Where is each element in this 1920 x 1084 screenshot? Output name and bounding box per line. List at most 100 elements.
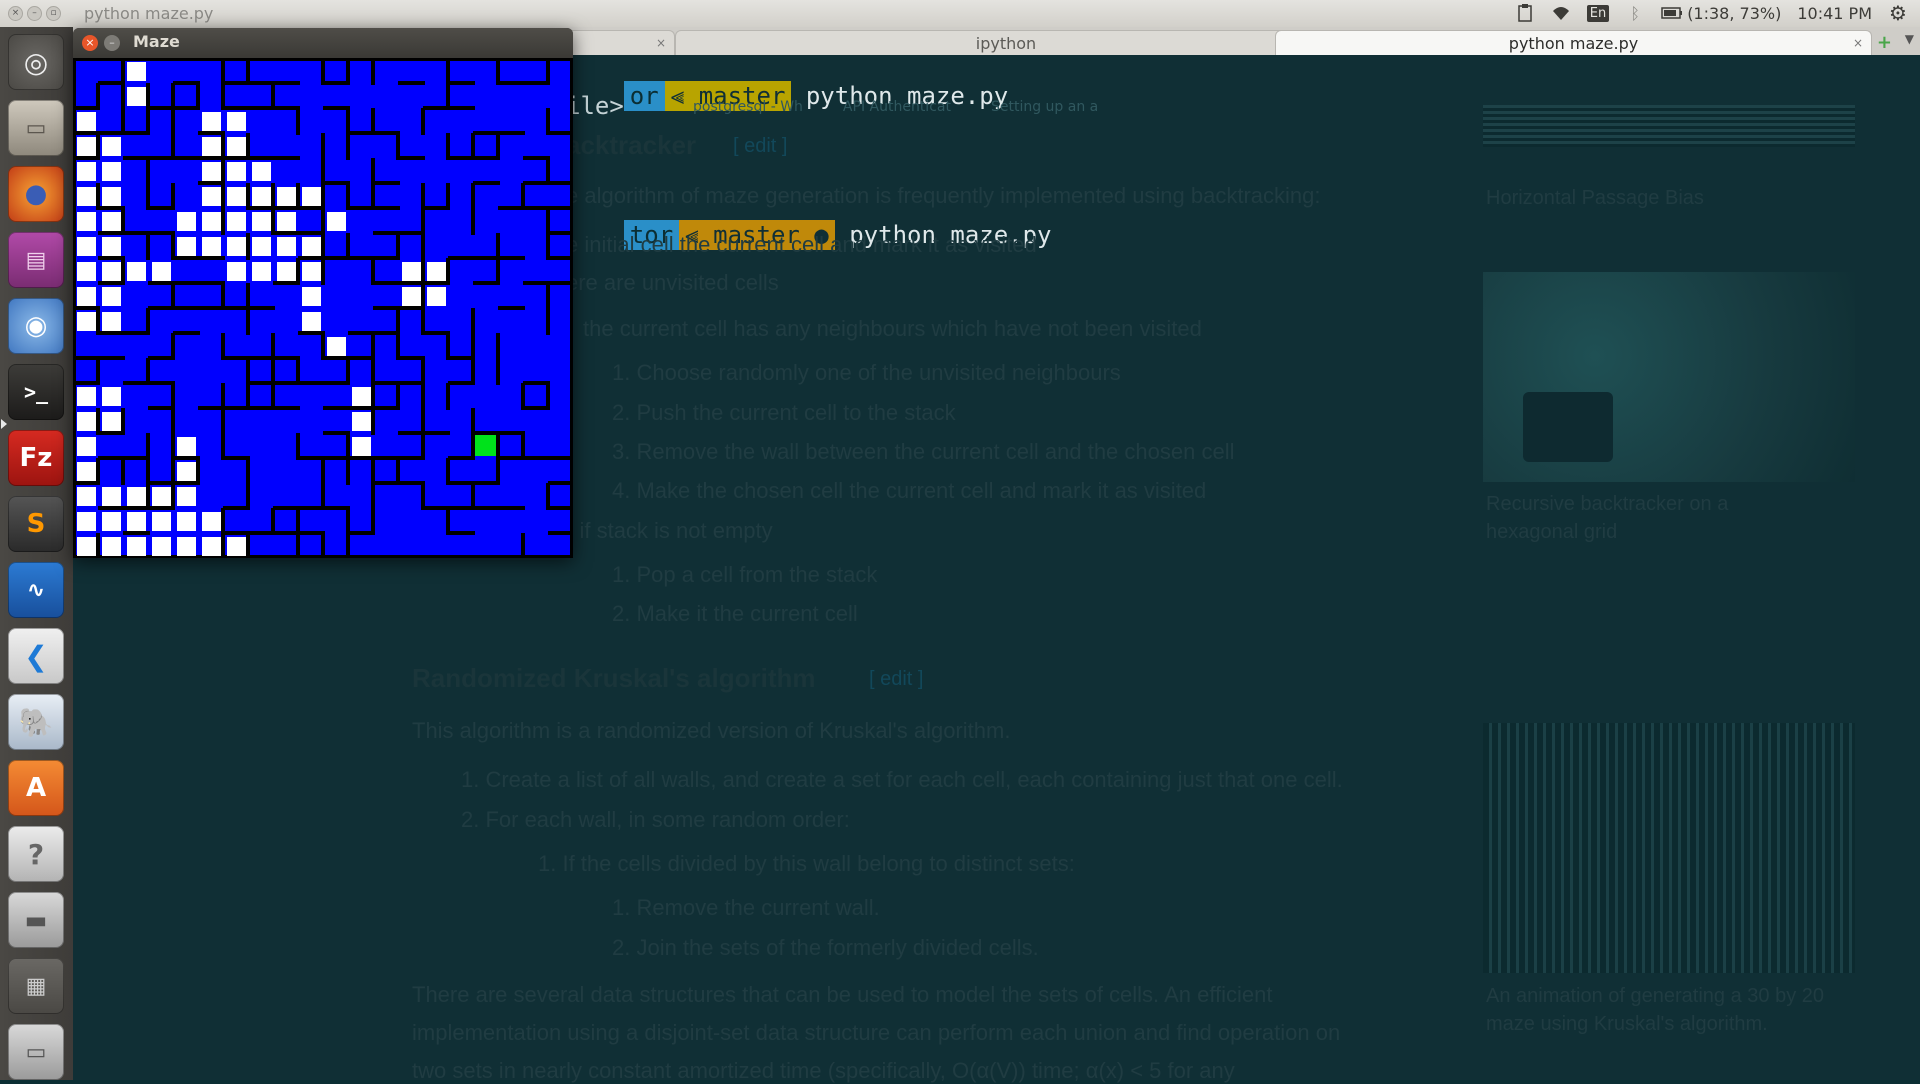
maze-wall: [123, 531, 150, 535]
maze-wall: [198, 306, 225, 310]
visited-cell: [177, 437, 196, 456]
clipboard-icon[interactable]: [1515, 3, 1535, 23]
maze-wall: [346, 508, 350, 535]
edit-link[interactable]: [ edit ]: [869, 668, 923, 691]
clock[interactable]: 10:41 PM: [1797, 4, 1872, 23]
maze-wall: [371, 58, 375, 85]
hex-maze-video-thumbnail[interactable]: [1483, 272, 1855, 482]
maze-wall: [173, 156, 200, 160]
visited-cell: [252, 187, 271, 206]
postgresql-elephant-icon[interactable]: 🐘: [8, 694, 64, 750]
visited-cell: [77, 512, 96, 531]
maze-wall: [346, 533, 350, 558]
maze-wall: [123, 131, 150, 135]
maze-wall: [548, 281, 573, 285]
maze-window-titlebar[interactable]: × – Maze: [73, 28, 573, 58]
bookmark-item[interactable]: API Authenticat: [843, 99, 951, 115]
settings-gear-icon[interactable]: ⚙: [1888, 1, 1908, 25]
dash-home-icon[interactable]: ◎: [8, 34, 64, 90]
chromium-icon[interactable]: ◉: [8, 298, 64, 354]
filezilla-icon[interactable]: Fz: [8, 430, 64, 486]
battery-indicator[interactable]: (1:38, 73%): [1661, 4, 1781, 23]
article-text: ere are unvisited cells: [566, 270, 779, 295]
kruskal-animation-thumbnail[interactable]: [1483, 723, 1855, 973]
system-monitor-icon[interactable]: ∿: [8, 562, 64, 618]
tab-menu-chevron-down-icon[interactable]: ▼: [1905, 32, 1914, 46]
maze-wall: [548, 456, 573, 460]
bookmark-item[interactable]: Setting up an a: [991, 99, 1098, 115]
maze-wall: [323, 181, 350, 185]
maze-wall: [146, 158, 150, 185]
visited-cell: [77, 262, 96, 281]
play-button-icon[interactable]: [1523, 392, 1613, 462]
maze-wall: [198, 256, 225, 260]
minimize-window-icon[interactable]: –: [27, 6, 42, 21]
vscode-icon[interactable]: ❮: [8, 628, 64, 684]
maze-wall: [171, 333, 175, 360]
maze-wall: [523, 281, 550, 285]
close-icon[interactable]: ×: [82, 35, 98, 51]
maze-wall: [148, 481, 175, 485]
files-icon[interactable]: ▭: [8, 100, 64, 156]
new-tab-button[interactable]: +: [1877, 32, 1892, 53]
maze-wall: [248, 406, 275, 410]
maximize-window-icon[interactable]: ▫: [46, 6, 61, 21]
maze-wall: [148, 306, 175, 310]
bluetooth-icon[interactable]: ᛒ: [1625, 3, 1645, 23]
tab-python-maze[interactable]: python maze.py ×: [1275, 30, 1872, 56]
maze-window[interactable]: × – Maze: [73, 28, 573, 558]
maze-wall: [371, 333, 375, 360]
article-list-item: 3. Remove the wall between the current c…: [612, 439, 1235, 464]
maze-figure-thumbnail[interactable]: [1483, 105, 1855, 147]
disk-drive-icon[interactable]: ▬: [8, 892, 64, 948]
maze-wall: [98, 206, 125, 210]
firefox-icon[interactable]: ●: [8, 166, 64, 222]
maze-wall: [148, 381, 175, 385]
terminal-icon[interactable]: >_: [8, 364, 64, 420]
maze-wall: [423, 281, 450, 285]
figure-caption: Recursive backtracker on a hexagonal gri…: [1486, 493, 1729, 543]
maze-wall: [273, 381, 300, 385]
maze-wall: [221, 508, 225, 535]
maze-wall: [446, 333, 450, 360]
help-icon[interactable]: ?: [8, 826, 64, 882]
visited-cell: [102, 412, 121, 431]
maze-wall: [548, 531, 573, 535]
visited-cell: [227, 187, 246, 206]
visited-cell: [327, 337, 346, 356]
visited-cell: [77, 537, 96, 556]
maze-wall: [421, 433, 425, 460]
maze-wall: [498, 306, 525, 310]
bookmark-item[interactable]: postgresql - Wh: [693, 99, 803, 115]
maze-wall: [246, 458, 250, 485]
maze-wall: [98, 506, 125, 510]
sublime-text-icon[interactable]: S: [8, 496, 64, 552]
visited-cell: [152, 537, 171, 556]
visited-cell: [127, 62, 146, 81]
maze-wall: [223, 306, 250, 310]
maze-wall: [121, 408, 125, 435]
close-window-icon[interactable]: ×: [8, 6, 23, 21]
maze-wall: [396, 133, 400, 160]
maze-wall: [371, 183, 375, 210]
minimize-icon[interactable]: –: [104, 35, 120, 51]
maze-wall: [496, 358, 500, 385]
maze-wall: [98, 81, 125, 85]
wifi-icon[interactable]: [1551, 3, 1571, 23]
maze-wall: [498, 431, 525, 435]
app-icon-purple[interactable]: ▤: [8, 232, 64, 288]
maze-wall: [373, 406, 400, 410]
visited-cell: [227, 162, 246, 181]
software-center-icon[interactable]: A: [8, 760, 64, 816]
workspace-switcher-icon[interactable]: ▦: [8, 958, 64, 1014]
maze-wall: [323, 406, 350, 410]
tab-close-icon[interactable]: ×: [1853, 31, 1863, 56]
keyboard-layout-indicator[interactable]: En: [1586, 4, 1610, 22]
maze-wall: [298, 331, 325, 335]
visited-cell: [77, 287, 96, 306]
visited-cell: [127, 512, 146, 531]
edit-link[interactable]: [ edit ]: [733, 135, 787, 158]
maze-wall: [346, 183, 350, 210]
trash-icon[interactable]: ▭: [8, 1024, 64, 1080]
figure-caption: An animation of generating a 30 by 20 ma…: [1486, 985, 1825, 1035]
